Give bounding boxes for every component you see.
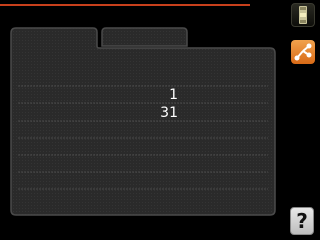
- network-icon: [294, 43, 312, 61]
- slider-button[interactable]: [291, 3, 315, 27]
- list-item-value: 31: [160, 105, 178, 121]
- slider-icon: [299, 6, 307, 24]
- help-button[interactable]: ?: [290, 207, 314, 235]
- list-item-value: 1: [169, 87, 178, 103]
- network-button[interactable]: [291, 40, 315, 64]
- folder-panel: [0, 0, 290, 240]
